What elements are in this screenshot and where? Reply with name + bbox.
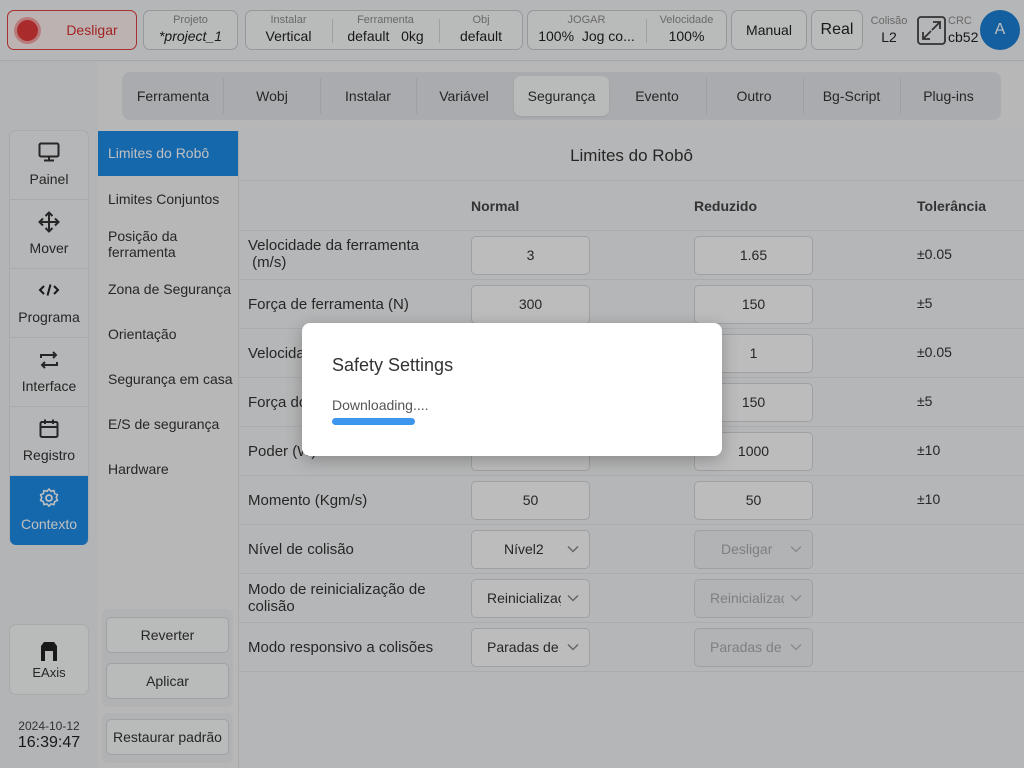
download-progress-bar <box>332 418 692 425</box>
download-progress-fill <box>332 418 415 425</box>
safety-settings-dialog: Safety Settings Downloading.... <box>302 323 722 456</box>
dialog-title: Safety Settings <box>332 355 454 375</box>
dialog-status: Downloading.... <box>332 397 429 413</box>
